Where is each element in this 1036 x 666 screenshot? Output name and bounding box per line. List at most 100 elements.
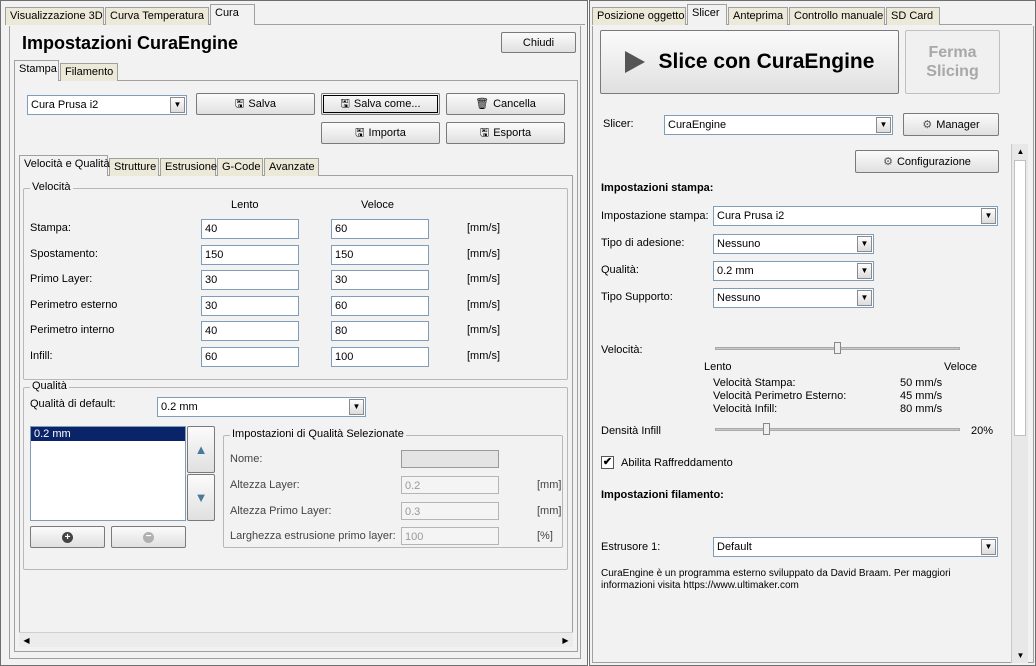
remove-quality-button[interactable]: − [111,526,186,548]
speed-fast-field[interactable]: 80 [331,321,429,342]
speed-slider-thumb[interactable] [834,342,841,354]
tab-gcode[interactable]: G-Code [217,158,263,176]
arrow-down-icon: ▼ [194,490,208,505]
tab-sd-card[interactable]: SD Card [886,7,940,25]
close-button[interactable]: Chiudi [501,32,576,53]
scroll-up-icon[interactable]: ▲ [1013,144,1028,159]
stop-slicing-button[interactable]: Ferma Slicing [905,30,1000,94]
right-pane: Posizione oggetto Slicer Anteprima Contr… [589,0,1036,666]
speed-slow-field[interactable]: 40 [201,219,299,239]
tab-anteprima[interactable]: Anteprima [728,7,788,25]
quality-group-title: Qualità [30,380,69,392]
first-layer-height-field[interactable]: 0.3 [401,502,499,520]
vertical-scrollbar[interactable]: ▲ ▼ [1011,144,1028,663]
scroll-left-icon[interactable]: ◀ [19,633,34,648]
scroll-right-icon[interactable]: ▶ [558,633,573,648]
tab-cura[interactable]: Cura [210,4,255,25]
slicer-scroll-area: ⚙ Configurazione Impostazioni stampa: Imp… [593,144,1033,663]
support-select[interactable]: Nessuno ▼ [713,288,874,308]
extruder-select[interactable]: Default ▼ [713,537,998,557]
filament-settings-title: Impostazioni filamento: [601,489,724,501]
slice-button[interactable]: Slice con CuraEngine [600,30,899,94]
chevron-down-icon: ▼ [857,263,872,279]
gears-icon: ⚙ [922,119,933,131]
speed-slow-field[interactable]: 150 [201,244,299,265]
gear-icon: ⚙ [883,156,893,168]
scroll-thumb[interactable] [1014,160,1026,436]
profile-select[interactable]: Cura Prusa i2 ▼ [27,95,187,115]
speed-fast-field[interactable]: 30 [331,270,429,291]
right-tabstrip: Posizione oggetto Slicer Anteprima Contr… [592,4,1032,25]
import-button[interactable]: 🖫 Importa [321,122,440,144]
floppy-icon: 🖫 [340,97,350,110]
speed-fast-field[interactable]: 60 [331,219,429,239]
print-setting-label: Impostazione stampa: [601,210,709,222]
chevron-down-icon: ▼ [857,290,872,306]
name-field[interactable] [401,450,499,468]
save-button[interactable]: 🖫 Salva [196,93,315,115]
manager-button[interactable]: ⚙ Manager [903,113,999,136]
move-up-button[interactable]: ▲ [187,426,215,473]
tab-slicer[interactable]: Slicer [687,4,727,25]
tab-velocita-qualita[interactable]: Velocità e Qualità [19,155,110,176]
extrusion-width-field[interactable]: 100 [401,527,499,545]
left-pane: Visualizzazione 3D Curva Temperatura Cur… [0,0,588,666]
tab-posizione-oggetto[interactable]: Posizione oggetto [592,7,686,25]
speed-slow-field[interactable]: 30 [201,270,299,291]
horizontal-scrollbar[interactable]: ◀ ▶ [19,632,573,647]
adhesion-select[interactable]: Nessuno ▼ [713,234,874,254]
extrusion-width-label: Larghezza estrusione primo layer: [230,530,396,542]
scroll-down-icon[interactable]: ▼ [1013,648,1028,663]
layer-height-field[interactable]: 0.2 [401,476,499,494]
settings-panel: Impostazioni CuraEngine Chiudi Stampa Fi… [9,26,581,659]
tab-controllo-manuale[interactable]: Controllo manuale [789,7,885,25]
speed-fast-field[interactable]: 150 [331,244,429,265]
configuration-button[interactable]: ⚙ Configurazione [855,150,999,173]
layer-height-unit: [mm] [537,479,562,491]
speed-perimeter-value: 45 mm/s [900,390,943,402]
default-quality-select[interactable]: 0.2 mm ▼ [157,397,366,417]
speed-slow-field[interactable]: 40 [201,321,299,342]
delete-button[interactable]: 🗑 Cancella [446,93,565,115]
slicer-select[interactable]: CuraEngine ▼ [664,115,893,135]
speed-row-label: Infill: [30,350,53,362]
infill-density-thumb[interactable] [762,423,770,435]
print-setting-select[interactable]: Cura Prusa i2 ▼ [713,206,998,226]
tab-filamento[interactable]: Filamento [60,63,118,81]
extrusion-width-unit: [%] [537,530,553,542]
speed-fast-field[interactable]: 60 [331,295,429,316]
print-setting-value: Cura Prusa i2 [717,210,785,222]
default-quality-label: Qualità di default: [30,398,116,410]
import-button-label: Importa [368,127,406,139]
tab-estrusione[interactable]: Estrusione [160,158,217,176]
save-as-button[interactable]: 🖫 Salva come... [321,93,440,115]
speed-slow-field[interactable]: 60 [201,347,299,367]
tab-curva-temperatura[interactable]: Curva Temperatura [105,7,209,25]
chevron-down-icon: ▼ [876,117,891,133]
arrow-up-icon: ▲ [194,442,208,457]
manager-button-label: Manager [936,118,980,131]
chevron-down-icon: ▼ [981,539,996,555]
tab-strutture[interactable]: Strutture [109,158,159,176]
speed-print-value: 50 mm/s [900,377,943,389]
quality-list[interactable]: 0.2 mm [30,426,186,521]
speed-slow-field[interactable]: 30 [201,295,299,316]
speed-fast-field[interactable]: 100 [331,347,429,367]
export-button[interactable]: 🖫 Esporta [446,122,565,144]
selected-quality-group: Impostazioni di Qualità Selezionate Nome… [223,428,563,548]
slicer-label: Slicer: [603,118,634,130]
add-quality-button[interactable]: + [30,526,105,548]
first-layer-height-label: Altezza Primo Layer: [230,505,332,517]
list-item[interactable]: 0.2 mm [31,427,185,441]
cooling-checkbox[interactable]: ✔ [601,456,614,469]
delete-button-label: Cancella [493,98,536,110]
speed-row-label: Stampa: [30,222,71,234]
export-button-label: Esporta [493,127,532,139]
tab-avanzate[interactable]: Avanzate [264,158,319,176]
tab-visualizzazione-3d[interactable]: Visualizzazione 3D [5,7,104,25]
infill-density-slider[interactable] [715,428,960,431]
speed-print-label: Velocità Stampa: [713,377,796,389]
quality-select[interactable]: 0.2 mm ▼ [713,261,874,281]
tab-stampa[interactable]: Stampa [14,60,59,81]
move-down-button[interactable]: ▼ [187,474,215,521]
